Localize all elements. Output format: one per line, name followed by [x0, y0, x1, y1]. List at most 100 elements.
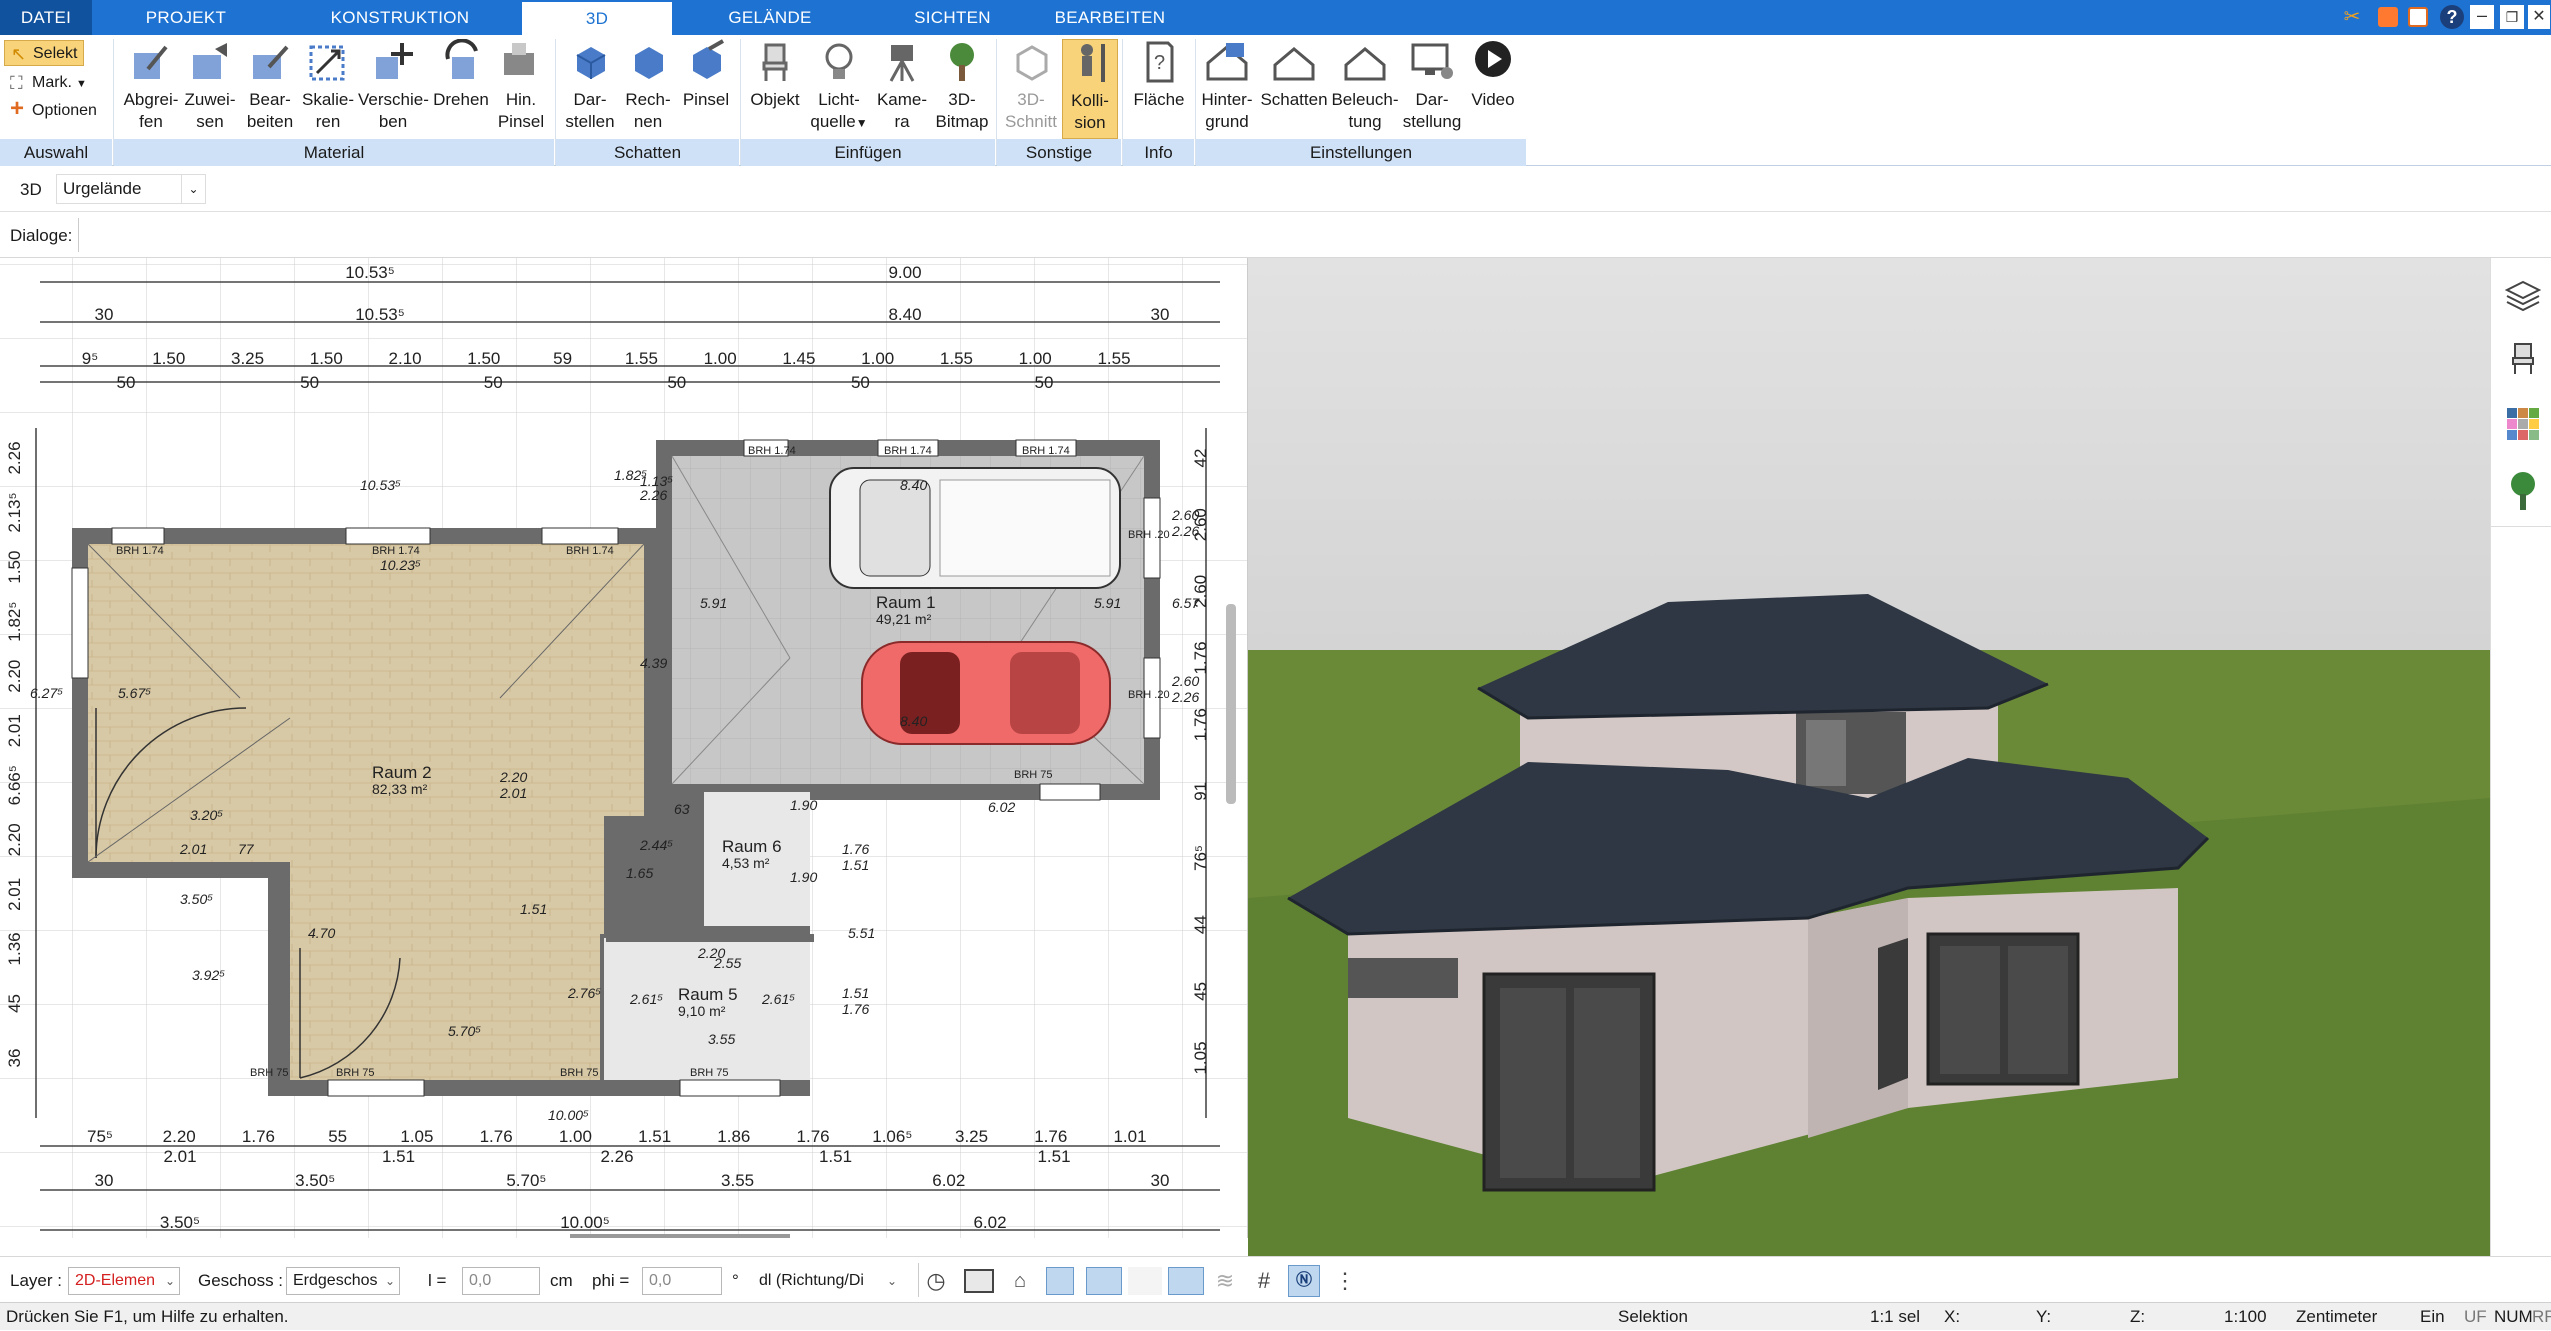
collision-button[interactable]: Kolli-sion [1062, 39, 1118, 139]
camera-button[interactable]: Kame-ra [872, 39, 932, 133]
cube-brush-icon [693, 39, 724, 79]
brush-icon [504, 43, 534, 75]
bottom1b-dimension: 1.51 [819, 1147, 852, 1166]
floor-select[interactable]: Erdgeschos ⌄ [286, 1267, 400, 1295]
van-icon [829, 467, 1121, 589]
light-source-button[interactable]: Licht-quelle▼ [806, 39, 872, 134]
shadow-show-button[interactable]: Dar-stellen [562, 39, 618, 133]
scale-material-button[interactable]: Skalie-ren [298, 39, 358, 133]
shadow-brush-label: Pinsel [682, 90, 730, 109]
bitmap-button[interactable]: 3D- Bitmap [932, 39, 992, 133]
object-button[interactable]: Objekt [746, 39, 804, 111]
edit-label-2: beiten [246, 112, 294, 131]
mark-button[interactable]: ⛶ Mark. ▼ [4, 70, 104, 96]
bottom2-dimension: 3.50⁵ [295, 1171, 335, 1190]
north-icon[interactable]: Ⓝ [1288, 1265, 1320, 1297]
area-button[interactable]: ? Fläche [1128, 39, 1190, 111]
wireframe-icon[interactable] [1128, 1267, 1162, 1295]
bottom1-dimension: 1.76 [480, 1127, 513, 1146]
row3b-dimension: 50 [667, 373, 686, 392]
row3b-dimension: 50 [1035, 373, 1054, 392]
tile-icon[interactable] [2408, 7, 2428, 27]
section-button[interactable]: 3D- Schnitt [1000, 39, 1062, 133]
window-height-label: BRH 1.74 [116, 545, 164, 557]
inner-dimension: 10.23⁵ [380, 557, 421, 573]
more-icon[interactable]: ⋮ [1334, 1267, 1356, 1295]
row3-dimension: 3.25 [231, 349, 264, 368]
texture-icon[interactable]: ≋ [1210, 1267, 1240, 1295]
help-icon[interactable]: ? [2440, 5, 2464, 29]
chair-icon[interactable] [2505, 340, 2541, 376]
bottom1-dimension: 1.05 [400, 1127, 433, 1146]
inner-dimension: 77 [238, 841, 255, 857]
inner-dimension: 1.90 [790, 797, 817, 813]
tab-konstruktion[interactable]: KONSTRUKTION [300, 0, 500, 35]
paint-bucket-icon [193, 43, 227, 79]
clock-icon[interactable]: ◷ [922, 1267, 950, 1295]
rotate-material-button[interactable]: Drehen [430, 39, 492, 111]
window-icon[interactable] [2378, 7, 2398, 27]
tab-bearbeiten[interactable]: BEARBEITEN [1040, 0, 1180, 35]
tab-gelaende[interactable]: GELÄNDE [700, 0, 840, 35]
direction-value: dl (Richtung/Di [759, 1272, 864, 1289]
bottom2-dimension: 30 [1151, 1171, 1170, 1190]
close-icon[interactable]: ✕ [2528, 5, 2550, 29]
tab-3d[interactable]: 3D [522, 2, 672, 35]
materials-icon[interactable] [2505, 406, 2541, 442]
phi-input[interactable]: 0,0 [642, 1267, 722, 1295]
move-material-button[interactable]: Verschie-ben [358, 39, 429, 133]
status-x: X: [1944, 1307, 1961, 1326]
area-icon: ? [1146, 41, 1174, 83]
floor-plan-view[interactable]: Raum 1 49,21 m² Raum 2 82,33 m² Raum 6 4… [0, 258, 1248, 1238]
restore-icon[interactable]: ❐ [2500, 5, 2524, 29]
shadow-settings-button[interactable]: Schatten [1258, 39, 1330, 111]
length-input[interactable]: 0,0 [462, 1267, 540, 1295]
layer-select[interactable]: 2D-Elemen ⌄ [68, 1267, 180, 1295]
cube-toggle-icon[interactable] [1046, 1267, 1074, 1295]
video-button[interactable]: Video [1464, 39, 1522, 111]
options-button[interactable]: + Optionen [4, 96, 114, 124]
scale-label-2: ren [315, 112, 341, 131]
bottom1-dimension: 1.76 [797, 1127, 830, 1146]
inner-dimension: 2.61⁵ [629, 991, 663, 1007]
grid-icon[interactable]: # [1250, 1267, 1278, 1295]
section-label-1: 3D- [1017, 90, 1045, 109]
room2-area: 82,33 m² [372, 781, 428, 797]
shadow-compute-button[interactable]: Rech-nen [620, 39, 676, 133]
monitor-icon[interactable] [964, 1269, 994, 1293]
select-button[interactable]: ↖ Selekt [4, 40, 84, 66]
status-unit: Zentimeter [2296, 1307, 2378, 1326]
3d-view[interactable] [1248, 258, 2490, 1256]
collision-label-1: Kolli- [1071, 91, 1109, 110]
tab-datei[interactable]: DATEI [0, 0, 92, 35]
background-button[interactable]: Hinter-grund [1196, 39, 1258, 133]
plane-icon[interactable] [1168, 1267, 1204, 1295]
tab-projekt[interactable]: PROJEKT [120, 0, 252, 35]
assign-material-button[interactable]: Zuwei-sen [180, 39, 240, 133]
camera-icon[interactable]: ⌂ [1006, 1267, 1034, 1295]
display-button[interactable]: Dar-stellung [1400, 39, 1464, 133]
tools-icon[interactable]: ✂ [2340, 5, 2364, 29]
shadow-brush-button[interactable]: Pinsel [678, 39, 734, 111]
window-height-label: BRH 75 [250, 1067, 289, 1079]
terrain-select[interactable]: Urgelände ⌄ [56, 174, 206, 204]
hint-brush-button[interactable]: Hin. Pinsel [492, 39, 550, 133]
walkthrough-icon[interactable] [1086, 1267, 1122, 1295]
row3b-dimension: 50 [300, 373, 319, 392]
inner-dimension: 2.26 [1171, 523, 1199, 539]
pick-material-button[interactable]: Abgrei-fen [120, 39, 182, 133]
lighting-button[interactable]: Beleuch-tung [1330, 39, 1400, 133]
inner-dimension: 5.91 [1094, 595, 1121, 611]
edit-label-1: Bear- [249, 90, 291, 109]
minimize-icon[interactable]: – [2470, 5, 2494, 29]
inner-dimension: 5.70⁵ [448, 1023, 481, 1039]
status-ein: Ein [2420, 1307, 2445, 1326]
collision-label-2: sion [1074, 113, 1106, 132]
left-dimension: 2.20 [5, 660, 24, 693]
tree-icon[interactable] [2505, 470, 2541, 510]
edit-material-button[interactable]: Bear-beiten [238, 39, 302, 133]
bottom1-dimension: 1.86 [717, 1127, 750, 1146]
layers-icon[interactable] [2504, 278, 2542, 314]
tab-sichten[interactable]: SICHTEN [880, 0, 1025, 35]
direction-select[interactable]: dl (Richtung/Di ⌄ [752, 1267, 902, 1295]
